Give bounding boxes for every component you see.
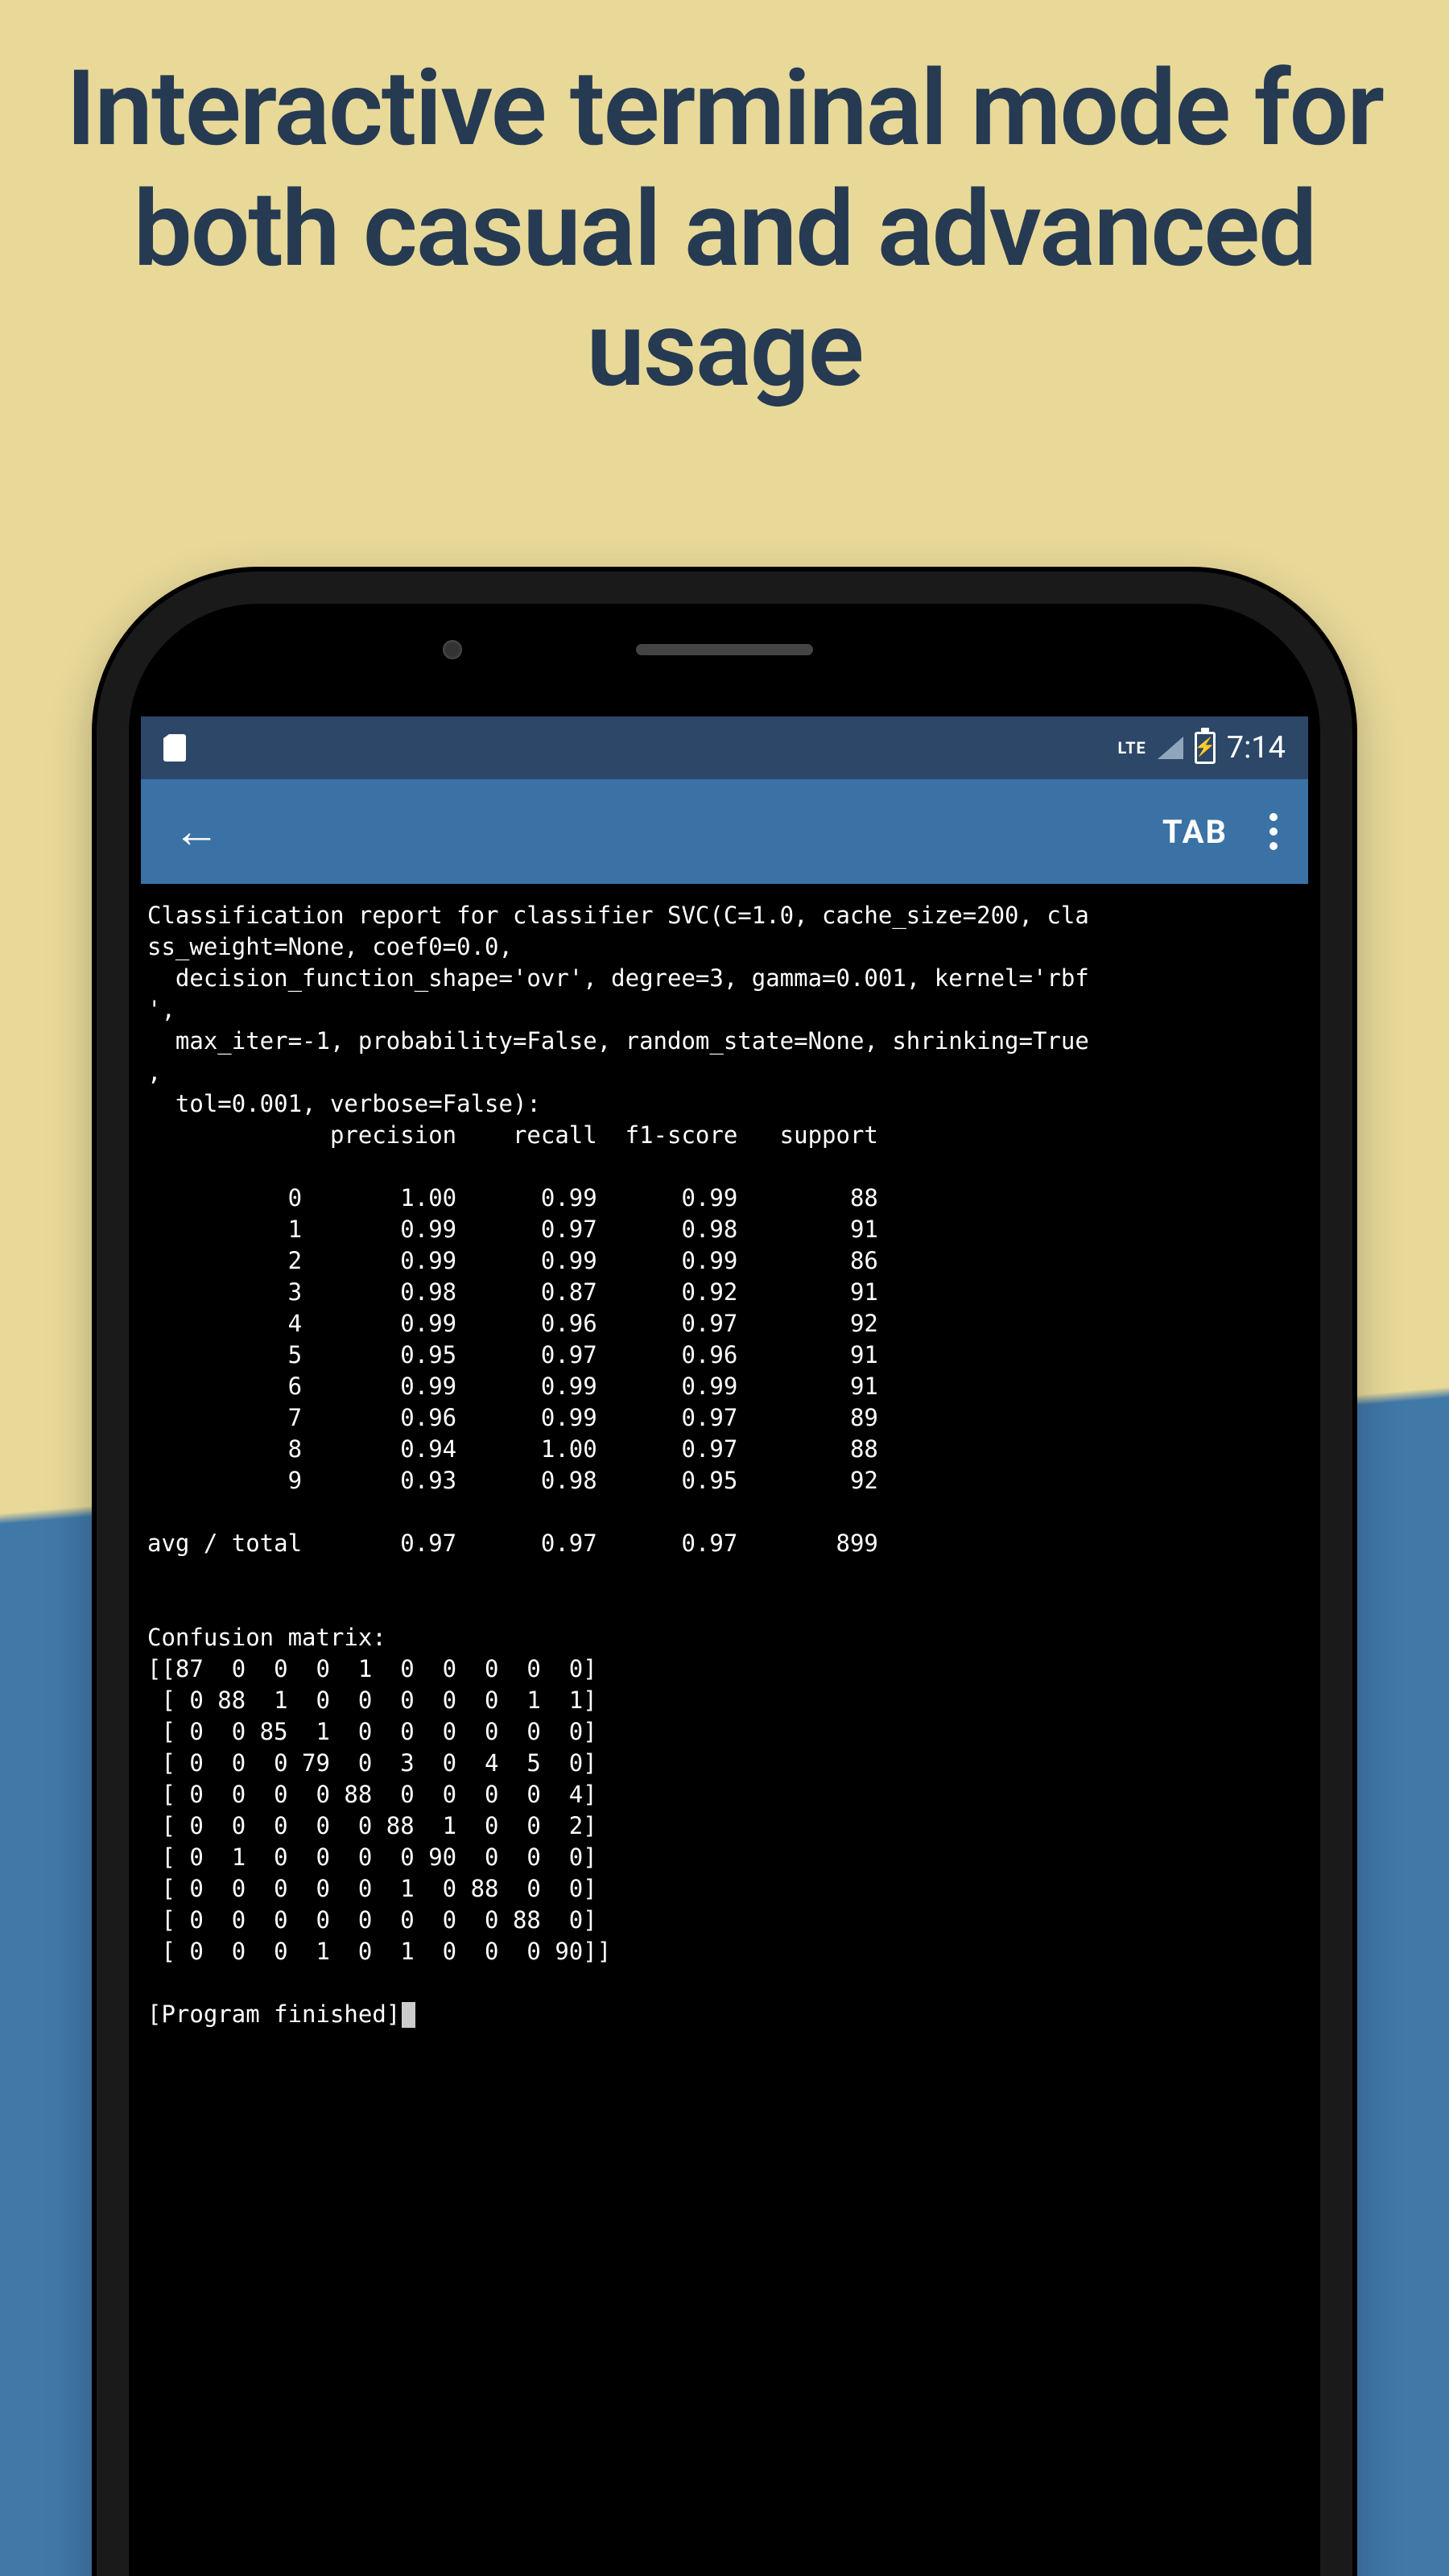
app-toolbar: ← TAB bbox=[141, 779, 1308, 884]
phone-frame: LTE ⚡ 7:14 ← TAB bbox=[97, 572, 1352, 2576]
marketing-headline: Interactive terminal mode for both casua… bbox=[40, 48, 1409, 410]
network-lte-label: LTE bbox=[1117, 738, 1146, 758]
battery-charging-icon: ⚡ bbox=[1195, 732, 1216, 764]
sdcard-icon bbox=[163, 734, 186, 762]
tab-key-button[interactable]: TAB bbox=[1162, 813, 1228, 851]
phone-screen: LTE ⚡ 7:14 ← TAB bbox=[141, 716, 1308, 2576]
phone-speaker bbox=[636, 644, 813, 655]
overflow-menu-button[interactable] bbox=[1263, 807, 1284, 857]
back-button[interactable]: ← bbox=[173, 804, 220, 859]
terminal-cursor bbox=[402, 2002, 415, 2028]
signal-icon bbox=[1158, 737, 1183, 759]
status-bar: LTE ⚡ 7:14 bbox=[141, 716, 1308, 779]
clock-time: 7:14 bbox=[1227, 730, 1286, 766]
terminal-output[interactable]: Classification report for classifier SVC… bbox=[141, 884, 1308, 2576]
phone-camera-icon bbox=[443, 640, 462, 659]
